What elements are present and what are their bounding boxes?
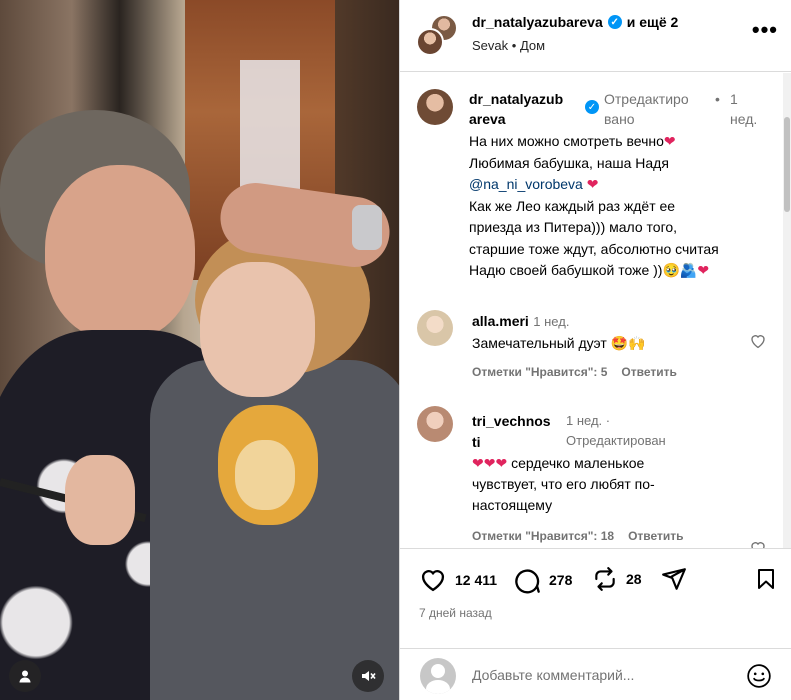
current-user-avatar[interactable] <box>420 658 456 694</box>
heart-outline-icon[interactable] <box>749 539 767 548</box>
comment-emoji: 🤩🙌 <box>610 335 646 351</box>
avatar[interactable] <box>417 406 453 442</box>
video-frame-child-face <box>200 262 315 397</box>
comment-likes-count[interactable]: Отметки "Нравится": 5 <box>472 365 607 379</box>
save-button[interactable] <box>754 566 778 592</box>
location-link[interactable]: Дом <box>520 38 545 53</box>
post-date[interactable]: 7 дней назад <box>419 606 492 620</box>
caption-username-part: areva <box>469 111 506 127</box>
comment-timestamp[interactable]: 1 нед. · <box>566 413 610 428</box>
comment-username[interactable]: tri_vechnos <box>472 413 551 429</box>
comments-scrollbar[interactable] <box>783 73 791 548</box>
caption-text: На них можно смотреть вечно❤ Любимая баб… <box>469 131 779 282</box>
reply-button[interactable]: Ответить <box>628 529 683 543</box>
collaborators-link[interactable]: и ещё 2 <box>627 14 679 30</box>
comment-likes-count[interactable]: Отметки "Нравится": 18 <box>472 529 614 543</box>
comment-text-part: сердечко маленькое <box>511 455 645 471</box>
avatar[interactable] <box>417 310 453 346</box>
emoji-smiley-icon[interactable] <box>746 663 772 689</box>
comments-list[interactable]: dr_natalyazub areva ✓ Отредактиро вано •… <box>400 73 791 548</box>
post-sidebar: dr_natalyazubareva ✓ и ещё 2 Sevak • Дом… <box>399 0 791 700</box>
reply-button[interactable]: Ответить <box>621 365 676 379</box>
comment-text: Замечательный дуэт 🤩🙌 <box>472 333 646 354</box>
edited-label-part: Отредактиро <box>604 91 689 107</box>
comments-count: 278 <box>549 572 573 588</box>
caption-line: приезда из Питера))) мало того, <box>469 219 678 235</box>
caption-username-part: dr_natalyazub <box>469 91 564 107</box>
comment-timestamp[interactable]: 1 нед. <box>533 314 569 329</box>
mention-link[interactable]: @na_ni_vorobeva <box>469 176 583 192</box>
timestamp-part: 1 <box>730 91 738 107</box>
comment-button[interactable]: 278 <box>513 566 572 594</box>
edited-label-part: вано <box>604 111 635 127</box>
comment-username[interactable]: ti <box>472 434 481 450</box>
video-frame-person-face <box>45 165 195 340</box>
separator-dot: • <box>715 91 720 107</box>
caption-emoji: 🥹🫂 <box>662 262 698 278</box>
caption-line: Как же Лео каждый раз ждёт ее <box>469 197 676 214</box>
post-header: dr_natalyazubareva ✓ и ещё 2 Sevak • Дом… <box>400 0 791 72</box>
paper-plane-icon <box>662 568 686 590</box>
comment-item: alla.meri 1 нед. Замечательный дуэт 🤩🙌 О… <box>417 310 777 390</box>
comment-text: ❤❤❤ сердечко маленькое чувствует, что ег… <box>472 453 722 516</box>
person-icon <box>19 670 31 683</box>
repost-icon <box>595 567 615 591</box>
tagged-users-button[interactable] <box>9 660 41 692</box>
caption-line: Надю своей бабушкой тоже )) <box>469 262 663 278</box>
like-button[interactable]: 12 411 <box>419 566 497 594</box>
caption-username[interactable]: dr_natalyazub areva <box>469 89 579 129</box>
mute-button[interactable] <box>352 660 384 692</box>
heart-emoji: ❤ <box>663 133 676 149</box>
edited-label: Отредактиро вано <box>604 89 714 129</box>
likes-count[interactable]: 12 411 <box>455 572 497 588</box>
caption-line: старшие тоже ждут, абсолютно считая <box>469 240 719 257</box>
comment-item: tri_vechnos ti 1 нед. · Отредактирован ❤… <box>417 406 777 548</box>
timestamp-part: нед. <box>730 111 758 127</box>
verified-badge-icon: ✓ <box>607 15 622 29</box>
reposts-count: 28 <box>626 571 642 587</box>
heart-emoji: ❤❤❤ <box>472 455 508 471</box>
collab-avatars[interactable] <box>416 14 458 56</box>
post-actions: 12 411 278 28 7 дней назад <box>400 548 791 648</box>
comment-text-part: настоящему <box>472 497 553 513</box>
avatar[interactable] <box>416 28 444 56</box>
avatar[interactable] <box>417 89 453 125</box>
share-button[interactable] <box>661 566 687 592</box>
caption-line: Любимая бабушка, наша Надя <box>469 154 669 171</box>
video-frame-hand <box>65 455 135 545</box>
comment-bubble-icon <box>515 569 540 594</box>
more-options-button[interactable]: ••• <box>752 19 778 41</box>
caption-timestamp[interactable]: 1 нед. <box>730 89 770 129</box>
scrollbar-thumb[interactable] <box>784 117 790 212</box>
edited-label: Отредактирован <box>566 433 666 448</box>
speaker-muted-icon <box>362 671 376 681</box>
caption-line: На них можно смотреть вечно <box>469 133 664 149</box>
verified-badge-icon: ✓ <box>585 100 599 114</box>
comment-username[interactable]: alla.meri <box>472 313 529 329</box>
comment-text-part: Замечательный дуэт <box>472 335 607 351</box>
comment-text-part: чувствует, что его любят по- <box>472 476 655 492</box>
audio-link[interactable]: Sevak <box>472 38 508 53</box>
repost-button[interactable]: 28 <box>592 566 642 592</box>
bookmark-icon <box>758 569 774 589</box>
comment-input[interactable] <box>472 663 732 687</box>
video-frame-shirt-print-face <box>235 440 295 510</box>
heart-outline-icon[interactable] <box>749 332 767 350</box>
heart-icon <box>421 570 445 592</box>
heart-emoji: ❤ <box>586 176 599 192</box>
video-player[interactable] <box>0 0 399 700</box>
heart-emoji: ❤ <box>697 262 710 278</box>
video-frame-watch <box>352 205 382 250</box>
author-username[interactable]: dr_natalyazubareva <box>472 14 603 30</box>
separator-dot: • <box>511 38 517 53</box>
add-comment-bar <box>400 648 791 700</box>
